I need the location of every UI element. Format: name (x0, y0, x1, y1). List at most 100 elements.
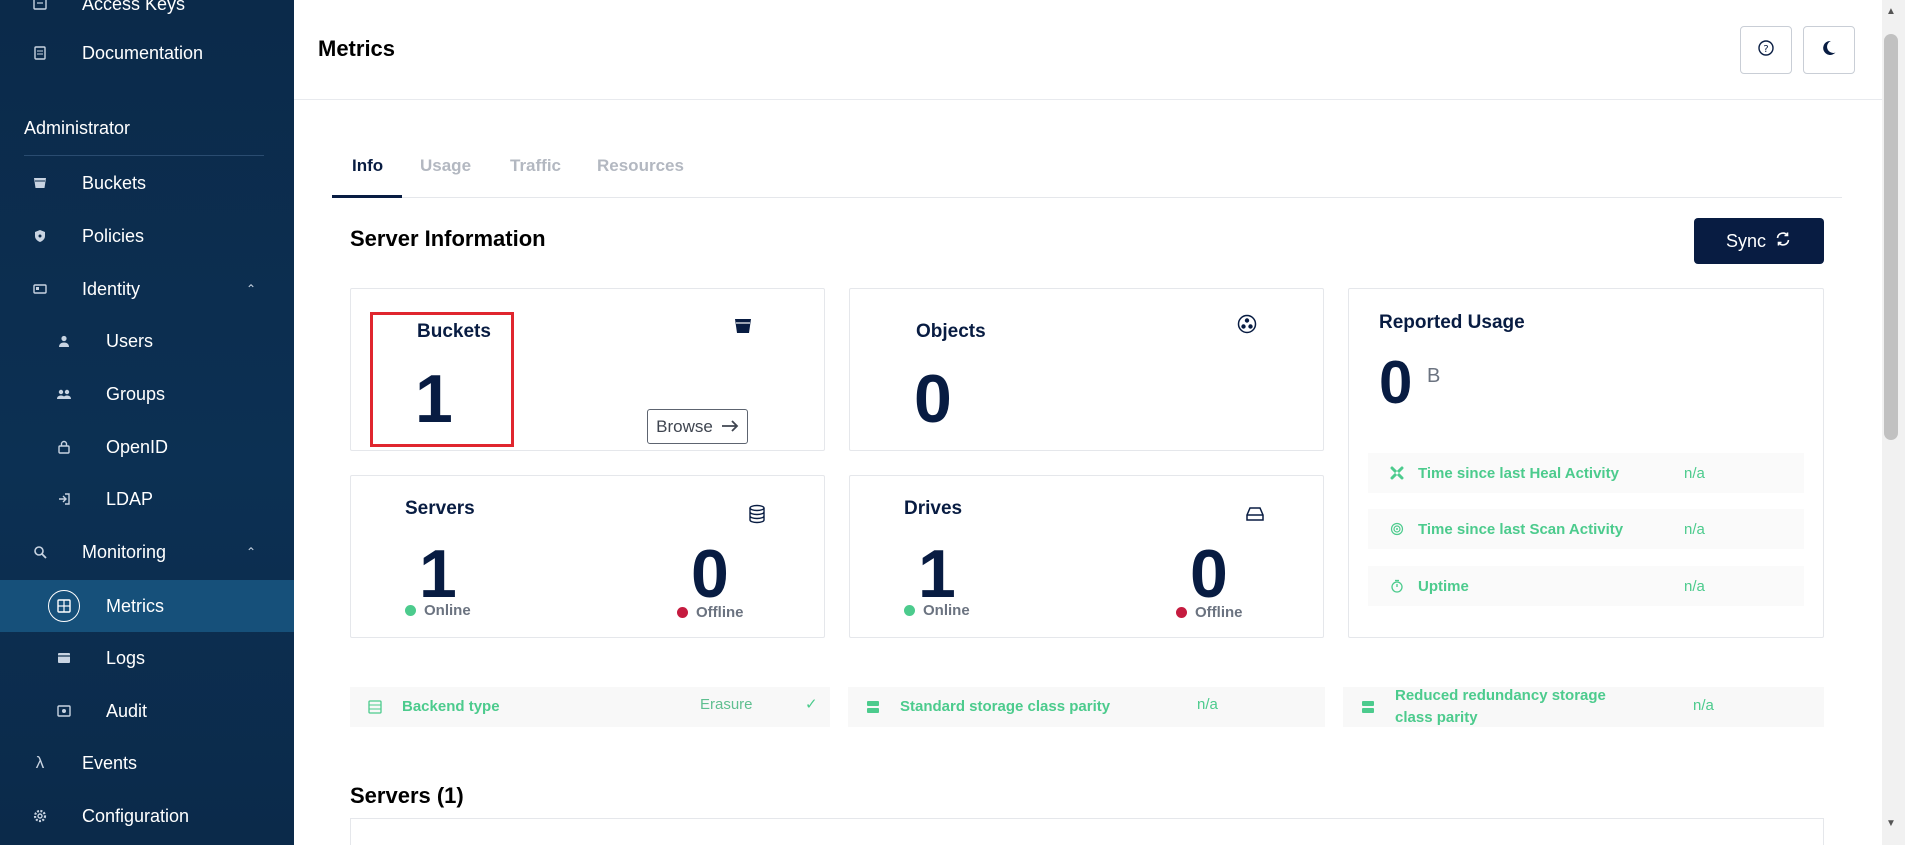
lambda-icon: λ (35, 753, 45, 772)
offline-label: Offline (696, 604, 744, 621)
server-information-title: Server Information (350, 226, 546, 251)
sidebar-item-documentation[interactable]: Documentation (0, 31, 294, 75)
tab-usage[interactable]: Usage (420, 156, 471, 176)
sync-button[interactable]: Sync (1694, 218, 1824, 264)
sidebar-item-access-keys[interactable]: Access Keys (0, 0, 294, 26)
servers-online-count: 1 (419, 536, 457, 612)
sidebar-item-label: Buckets (82, 172, 147, 193)
reported-usage-value: 0 (1379, 349, 1413, 416)
audit-icon (54, 701, 74, 721)
page-header: Metrics ? (294, 0, 1882, 100)
servers-list-panel (350, 818, 1824, 845)
online-dot (904, 605, 915, 616)
svg-text:?: ? (1763, 44, 1768, 55)
online-label: Online (424, 602, 471, 619)
standard-storage-parity-label: Standard storage class parity (900, 698, 1111, 715)
reduced-redundancy-parity-row: Reduced redundancy storage class parity … (1343, 687, 1824, 727)
objects-icon (1236, 313, 1258, 335)
sidebar-item-label: Documentation (82, 42, 204, 63)
sidebar-item-metrics[interactable]: Metrics (0, 580, 294, 632)
search-icon (30, 542, 50, 562)
standard-storage-parity-value: n/a (1197, 696, 1218, 713)
lock-icon (54, 437, 74, 457)
uptime-label: Uptime (1418, 577, 1469, 595)
sidebar-item-label: Metrics (106, 595, 164, 616)
tab-info[interactable]: Info (352, 156, 383, 176)
sidebar-section-title: Administrator (24, 118, 131, 138)
shield-icon (30, 226, 50, 246)
sidebar-item-groups[interactable]: Groups (0, 372, 294, 416)
scan-activity-row: Time since last Scan Activity n/a (1368, 509, 1804, 549)
scan-icon (1388, 520, 1406, 538)
sidebar-item-policies[interactable]: Policies (0, 214, 294, 258)
backend-type-row: Backend type Erasure ✓ (350, 687, 830, 727)
backend-type-value: Erasure (700, 696, 753, 713)
bucket-icon (30, 173, 50, 193)
browse-label: Browse (656, 416, 713, 436)
group-icon (54, 384, 74, 404)
page-title: Metrics (318, 36, 396, 61)
sync-label: Sync (1725, 230, 1767, 251)
refresh-icon (1774, 230, 1792, 253)
backend-type-label: Backend type (402, 698, 500, 715)
reported-usage-unit: B (1427, 365, 1441, 387)
active-tab-indicator (332, 195, 402, 198)
sidebar-item-configuration[interactable]: Configuration (0, 794, 294, 838)
scan-activity-label: Time since last Scan Activity (1418, 520, 1624, 538)
sidebar-item-audit[interactable]: Audit (0, 689, 294, 733)
scan-activity-value: n/a (1684, 520, 1705, 538)
sidebar-item-monitoring[interactable]: Monitoring ⌃ (0, 530, 294, 574)
login-icon (54, 489, 74, 509)
offline-dot (677, 607, 688, 618)
tab-traffic[interactable]: Traffic (510, 156, 561, 176)
database-icon (746, 503, 768, 525)
help-button[interactable]: ? (1740, 26, 1792, 74)
tab-bar: Info Usage Traffic Resources (332, 140, 1842, 198)
standard-storage-parity-row: Standard storage class parity n/a (848, 687, 1325, 727)
sidebar-item-ldap[interactable]: LDAP (0, 477, 294, 521)
logs-icon (54, 648, 74, 668)
bucket-icon (732, 315, 754, 337)
theme-toggle-button[interactable] (1803, 26, 1855, 74)
check-icon: ✓ (805, 696, 818, 713)
sidebar-item-label: LDAP (106, 488, 154, 509)
document-icon (30, 43, 50, 63)
drives-label: Drives (904, 498, 963, 519)
offline-label: Offline (1195, 604, 1243, 621)
scroll-down-arrow-icon[interactable]: ▼ (1886, 818, 1896, 829)
scrollbar-thumb[interactable] (1884, 34, 1898, 440)
arrow-right-icon (721, 417, 739, 437)
id-card-icon (30, 279, 50, 299)
chevron-up-icon[interactable]: ⌃ (246, 545, 256, 559)
storage-icon (864, 698, 882, 716)
server-rack-icon (366, 698, 384, 716)
heal-icon (1388, 464, 1406, 482)
sidebar-divider (24, 155, 264, 156)
chevron-up-icon[interactable]: ⌃ (246, 282, 256, 296)
heal-activity-row: Time since last Heal Activity n/a (1368, 453, 1804, 493)
drives-offline-status: Offline (1176, 604, 1243, 621)
sidebar-item-label: OpenID (106, 436, 169, 457)
moon-icon (1820, 39, 1838, 62)
timer-icon (1388, 577, 1406, 595)
servers-offline-count: 0 (691, 536, 729, 612)
sidebar-item-label: Monitoring (82, 541, 167, 562)
drive-icon (1244, 503, 1266, 525)
servers-offline-status: Offline (677, 604, 744, 621)
sidebar-item-users[interactable]: Users (0, 319, 294, 363)
scroll-up-arrow-icon[interactable]: ▲ (1886, 6, 1896, 17)
sidebar-item-identity[interactable]: Identity ⌃ (0, 267, 294, 311)
sidebar-item-openid[interactable]: OpenID (0, 425, 294, 469)
sidebar-item-label: Logs (106, 647, 146, 668)
sidebar-item-events[interactable]: λ Events (0, 741, 294, 785)
drives-offline-count: 0 (1190, 536, 1228, 612)
dashboard-icon (48, 590, 80, 622)
buckets-highlight-box (370, 312, 514, 447)
objects-count: 0 (914, 361, 952, 437)
sidebar-item-label: Configuration (82, 805, 190, 826)
browse-button[interactable]: Browse (647, 409, 748, 444)
sidebar: Access Keys Documentation Administrator … (0, 0, 294, 845)
tab-resources[interactable]: Resources (597, 156, 684, 176)
sidebar-item-logs[interactable]: Logs (0, 636, 294, 680)
sidebar-item-buckets[interactable]: Buckets (0, 161, 294, 205)
